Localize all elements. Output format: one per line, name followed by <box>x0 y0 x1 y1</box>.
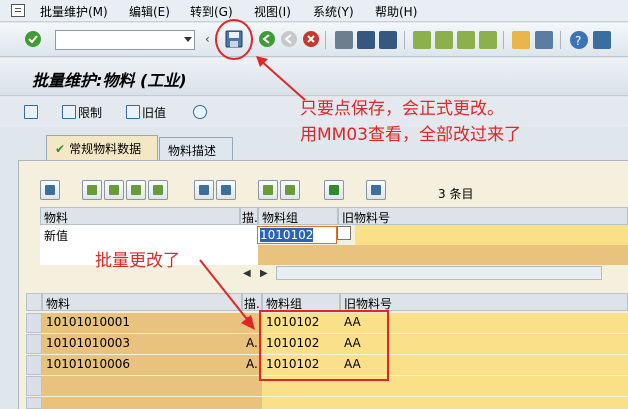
arrow-to-rows-icon <box>199 259 255 330</box>
menu-mass-maintenance[interactable]: 批量维护(M) <box>40 3 108 20</box>
command-field[interactable] <box>55 30 195 50</box>
empty-row <box>42 397 262 409</box>
grid-toolbar <box>40 180 400 202</box>
deselect-all-icon[interactable] <box>104 180 124 200</box>
title-bar: 批量维护:物料 (工业) <box>0 58 628 96</box>
entry-count: 3 条目 <box>438 187 474 201</box>
row-selector[interactable] <box>26 355 42 375</box>
changed-rows-highlight <box>259 310 389 381</box>
select-all-icon[interactable] <box>82 180 102 200</box>
col-header-material-group[interactable]: 物料组 <box>258 207 338 225</box>
print-preview-icon[interactable] <box>366 180 386 200</box>
last-page-icon[interactable] <box>479 31 497 49</box>
col-header-old-material-number[interactable]: 旧物料号 <box>338 207 628 225</box>
sort-ascending-icon[interactable] <box>258 180 278 200</box>
menu-bar: 批量维护(M) 编辑(E) 转到(G) 视图(I) 系统(Y) 帮助(H) <box>0 0 628 22</box>
previous-page-icon[interactable] <box>435 31 453 49</box>
sort-descending-icon[interactable] <box>280 180 300 200</box>
tab-material-description[interactable]: 物料描述 <box>159 137 233 160</box>
menu-system[interactable]: 系统(Y) <box>313 3 354 20</box>
new-value-desc-cell <box>240 225 258 245</box>
checkmark-icon: ✔ <box>55 142 66 156</box>
menu-edit[interactable]: 编辑(E) <box>129 3 170 20</box>
menu-view[interactable]: 视图(I) <box>254 3 291 20</box>
row-selector[interactable] <box>26 334 42 354</box>
filter-icon[interactable] <box>148 180 168 200</box>
toolbar-separator <box>503 31 504 49</box>
annotation-line-3: 批量更改了 <box>95 251 180 271</box>
standard-toolbar: ‹ ? <box>0 23 628 57</box>
horizontal-scrollbar[interactable] <box>276 266 602 280</box>
next-page-icon[interactable] <box>457 31 475 49</box>
toolbar-separator <box>404 31 405 49</box>
help-icon[interactable]: ? <box>570 31 588 49</box>
toolbar-separator <box>560 31 561 49</box>
multi-edit-icon[interactable] <box>24 105 38 119</box>
menu-goto[interactable]: 转到(G) <box>190 3 233 20</box>
print-icon[interactable] <box>335 31 353 49</box>
find-next-icon[interactable] <box>379 31 397 49</box>
annotation-line-1: 只要点保存，会正式更改。 <box>300 99 504 119</box>
row-material: 10101010006 <box>42 355 242 375</box>
col-header-material[interactable]: 物料 <box>40 207 240 225</box>
col-header-desc[interactable]: 描.. <box>240 207 258 225</box>
menu-help[interactable]: 帮助(H) <box>375 3 417 20</box>
tab-general-material-data[interactable]: ✔ 常规物料数据 <box>46 135 158 160</box>
grid-settings-icon[interactable] <box>26 293 42 311</box>
row-selector[interactable] <box>26 376 42 396</box>
empty-row-filled <box>258 245 628 265</box>
restrict-button[interactable]: 限制 <box>78 104 102 121</box>
shortcut-icon[interactable] <box>535 31 553 49</box>
empty-row <box>262 397 628 409</box>
row-material: 10101010003 <box>42 334 242 354</box>
first-page-icon[interactable] <box>413 31 431 49</box>
system-menu-icon[interactable] <box>11 4 25 17</box>
old-material-new-value-cell[interactable] <box>355 225 628 245</box>
layout-menu-icon[interactable] <box>593 31 611 49</box>
old-value-button[interactable]: 旧值 <box>142 104 166 121</box>
chevron-left-icon[interactable]: ‹ <box>205 32 213 50</box>
chevron-down-icon[interactable] <box>184 37 192 42</box>
save-highlight-circle <box>215 19 253 60</box>
refresh-icon[interactable] <box>193 105 207 119</box>
annotation-line-2: 用MM03查看，全部改过来了 <box>300 125 521 145</box>
restrict-icon[interactable] <box>62 105 76 119</box>
col-header-old-material-number[interactable]: 旧物料号 <box>340 293 628 311</box>
page-title: 批量维护:物料 (工业) <box>32 71 187 90</box>
exit-icon[interactable] <box>281 31 297 47</box>
find-icon[interactable] <box>357 31 375 49</box>
columns-icon[interactable] <box>194 180 214 200</box>
back-icon[interactable] <box>259 31 275 47</box>
old-value-icon[interactable] <box>126 105 140 119</box>
row-selector[interactable] <box>26 313 42 333</box>
new-session-icon[interactable] <box>512 31 530 49</box>
sum-icon[interactable] <box>324 180 344 200</box>
svg-text:?: ? <box>575 34 581 48</box>
enter-check-icon[interactable] <box>25 31 41 47</box>
select-block-icon[interactable] <box>126 180 146 200</box>
new-value-label: 新值 <box>40 225 240 245</box>
col-header-material-group[interactable]: 物料组 <box>262 293 340 311</box>
row-selector[interactable] <box>26 397 42 409</box>
undo-icon[interactable] <box>216 180 236 200</box>
cancel-icon[interactable] <box>303 31 319 47</box>
details-icon[interactable] <box>40 180 60 200</box>
material-group-new-value-input[interactable]: 1010102 <box>257 226 337 244</box>
empty-row <box>42 376 262 396</box>
toolbar-separator <box>325 31 326 49</box>
value-help-icon[interactable] <box>337 226 351 240</box>
